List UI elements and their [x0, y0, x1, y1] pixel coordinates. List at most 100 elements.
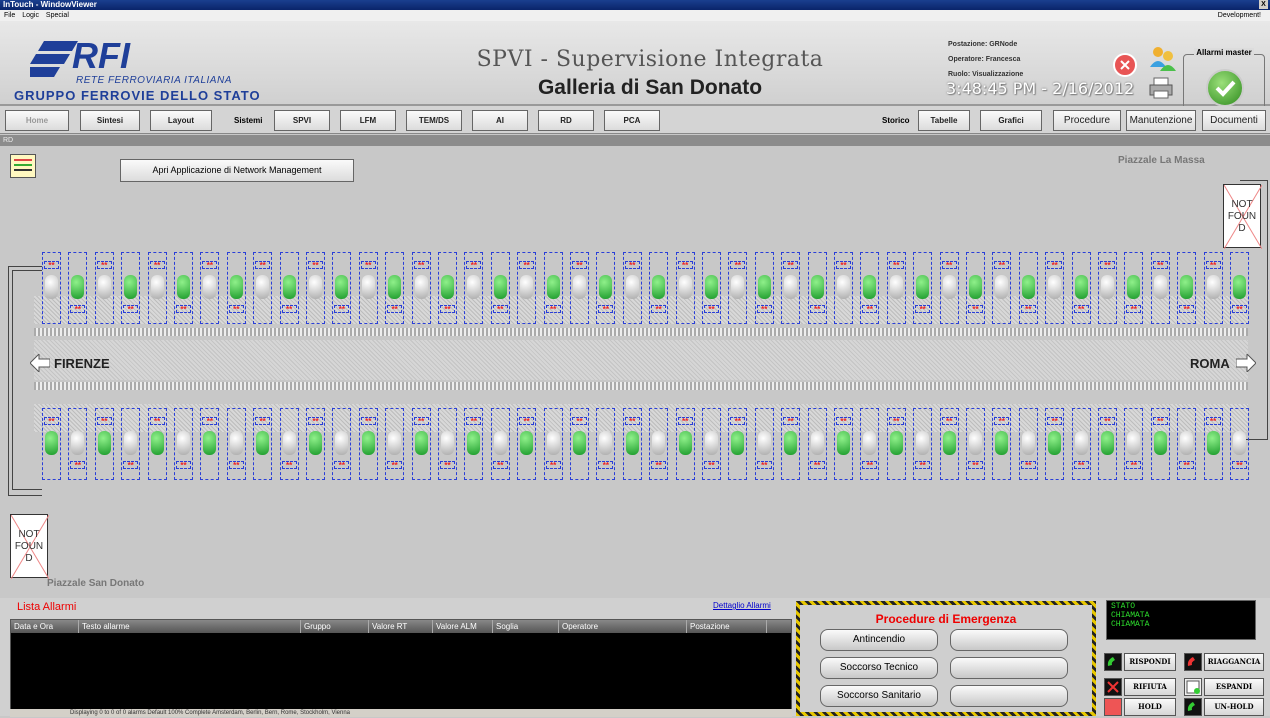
station-cell[interactable]: **: [781, 408, 801, 480]
col-postazione[interactable]: Postazione: [687, 620, 767, 633]
station-cell[interactable]: **: [728, 252, 748, 324]
station-cell[interactable]: **: [860, 408, 880, 480]
menu-file[interactable]: File: [4, 12, 15, 19]
station-cell[interactable]: **: [1045, 252, 1065, 324]
station-cell[interactable]: **: [464, 252, 484, 324]
station-cell[interactable]: **: [1071, 408, 1091, 480]
station-cell[interactable]: **: [94, 252, 114, 324]
riaggancia-button[interactable]: RIAGGANCIA: [1204, 653, 1264, 671]
station-cell[interactable]: **: [1071, 252, 1091, 324]
station-cell[interactable]: **: [992, 252, 1012, 324]
station-cell[interactable]: **: [1045, 408, 1065, 480]
empty-procedure-button[interactable]: [950, 657, 1068, 679]
station-cell[interactable]: **: [147, 408, 167, 480]
station-cell[interactable]: **: [754, 252, 774, 324]
station-cell[interactable]: **: [226, 252, 246, 324]
col-valore-rt[interactable]: Valore RT: [369, 620, 433, 633]
nav-temds-button[interactable]: TEM/DS: [406, 110, 462, 131]
station-cell[interactable]: **: [1124, 408, 1144, 480]
station-cell[interactable]: **: [94, 408, 114, 480]
station-cell[interactable]: **: [306, 408, 325, 480]
station-cell[interactable]: **: [807, 408, 827, 480]
station-cell[interactable]: **: [385, 408, 405, 480]
station-cell[interactable]: **: [781, 252, 801, 324]
close-window-button[interactable]: X: [1259, 0, 1268, 9]
station-cell[interactable]: **: [1098, 408, 1117, 480]
nav-lfm-button[interactable]: LFM: [340, 110, 396, 131]
station-cell[interactable]: **: [253, 408, 273, 480]
station-cell[interactable]: **: [200, 408, 220, 480]
soccorso-tecnico-button[interactable]: Soccorso Tecnico: [820, 657, 938, 679]
nav-grafici-button[interactable]: Grafici: [980, 110, 1042, 131]
alarm-ack-button[interactable]: [1206, 69, 1244, 107]
station-cell[interactable]: **: [332, 252, 352, 324]
station-cell[interactable]: **: [358, 408, 378, 480]
station-cell[interactable]: **: [438, 408, 457, 480]
station-cell[interactable]: **: [675, 252, 695, 324]
station-cell[interactable]: **: [42, 252, 61, 324]
menu-special[interactable]: Special: [46, 12, 69, 19]
station-cell[interactable]: **: [279, 252, 299, 324]
nav-procedure-button[interactable]: Procedure: [1053, 110, 1121, 131]
station-cell[interactable]: **: [438, 252, 457, 324]
station-cell[interactable]: **: [68, 408, 88, 480]
station-cell[interactable]: **: [226, 408, 246, 480]
station-cell[interactable]: **: [754, 408, 774, 480]
station-cell[interactable]: **: [834, 408, 853, 480]
espandi-button[interactable]: ESPANDI: [1204, 678, 1264, 696]
station-cell[interactable]: **: [385, 252, 405, 324]
station-cell[interactable]: **: [886, 408, 906, 480]
legend-icon[interactable]: [10, 154, 36, 178]
station-cell[interactable]: **: [464, 408, 484, 480]
rifiuta-button[interactable]: RIFIUTA: [1124, 678, 1176, 696]
station-cell[interactable]: **: [543, 252, 563, 324]
station-cell[interactable]: **: [1018, 408, 1038, 480]
logout-icon[interactable]: [1112, 52, 1138, 78]
station-cell[interactable]: **: [68, 252, 88, 324]
station-cell[interactable]: **: [279, 408, 299, 480]
station-cell[interactable]: **: [913, 408, 933, 480]
station-cell[interactable]: **: [886, 252, 906, 324]
station-cell[interactable]: **: [1150, 408, 1170, 480]
nav-manutenzione-button[interactable]: Manutenzione: [1126, 110, 1196, 131]
alarm-detail-link[interactable]: Dettaglio Allarmi: [713, 601, 771, 610]
station-cell[interactable]: **: [121, 252, 141, 324]
station-cell[interactable]: **: [174, 408, 193, 480]
station-cell[interactable]: **: [543, 408, 563, 480]
station-cell[interactable]: **: [200, 252, 220, 324]
station-cell[interactable]: **: [358, 252, 378, 324]
station-cell[interactable]: **: [834, 252, 853, 324]
station-cell[interactable]: **: [728, 408, 748, 480]
soccorso-sanitario-button[interactable]: Soccorso Sanitario: [820, 685, 938, 707]
station-cell[interactable]: **: [490, 408, 510, 480]
station-cell[interactable]: **: [966, 252, 985, 324]
unhold-button[interactable]: UN-HOLD: [1204, 698, 1264, 716]
station-cell[interactable]: **: [649, 252, 669, 324]
antincendio-button[interactable]: Antincendio: [820, 629, 938, 651]
station-cell[interactable]: **: [517, 252, 537, 324]
station-cell[interactable]: **: [622, 252, 642, 324]
nav-layout-button[interactable]: Layout: [150, 110, 212, 131]
col-testo[interactable]: Testo allarme: [79, 620, 301, 633]
station-cell[interactable]: **: [860, 252, 880, 324]
printer-icon[interactable]: [1148, 76, 1174, 100]
col-operatore[interactable]: Operatore: [559, 620, 687, 633]
station-cell[interactable]: **: [1124, 252, 1144, 324]
station-cell[interactable]: **: [939, 408, 959, 480]
station-cell[interactable]: **: [992, 408, 1012, 480]
menu-logic[interactable]: Logic: [22, 12, 39, 19]
station-cell[interactable]: **: [939, 252, 959, 324]
station-cell[interactable]: **: [966, 408, 985, 480]
col-valore-alm[interactable]: Valore ALM: [433, 620, 493, 633]
col-gruppo[interactable]: Gruppo: [301, 620, 369, 633]
nav-sintesi-button[interactable]: Sintesi: [80, 110, 140, 131]
alarm-table[interactable]: Data e Ora Testo allarme Gruppo Valore R…: [10, 619, 792, 714]
station-cell[interactable]: **: [807, 252, 827, 324]
col-soglia[interactable]: Soglia: [493, 620, 559, 633]
station-cell[interactable]: **: [702, 408, 721, 480]
station-cell[interactable]: **: [649, 408, 669, 480]
station-cell[interactable]: **: [1203, 408, 1223, 480]
nav-tabelle-button[interactable]: Tabelle: [918, 110, 970, 131]
station-cell[interactable]: **: [1177, 408, 1197, 480]
menu-development[interactable]: Development!: [1218, 10, 1261, 21]
